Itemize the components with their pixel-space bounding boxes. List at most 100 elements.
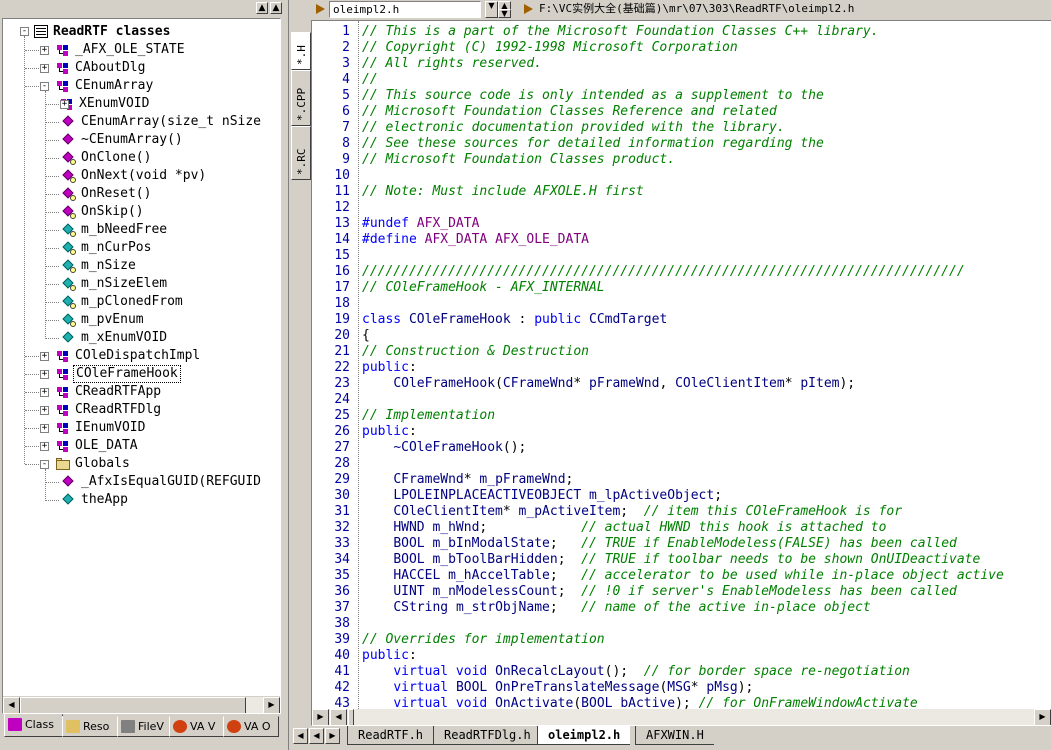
file-tab[interactable]: ReadRTF.h [347, 726, 434, 745]
va-view-tab[interactable]: VA V [169, 716, 224, 737]
tree-item[interactable]: IEnumVOID [55, 419, 147, 437]
class-tree-view[interactable]: ReadRTF classes - _AFX_OLE_STATE + CAboutDlg… [2, 18, 281, 714]
code-line[interactable]: CString m_strObjName; // name of the act… [362, 600, 870, 616]
class-tree[interactable]: ReadRTF classes - _AFX_OLE_STATE + CAboutDlg… [3, 19, 280, 695]
tree-item[interactable]: m_xEnumVOID [61, 329, 169, 347]
code-line[interactable]: CFrameWnd* m_pFrameWnd; [362, 472, 573, 488]
expand-toggle[interactable]: + [40, 352, 49, 361]
side-tab-h[interactable]: *.H [291, 32, 311, 70]
tree-item[interactable]: XEnumVOID [59, 95, 151, 113]
code-line[interactable]: ~COleFrameHook(); [362, 440, 526, 456]
tree-root-collapse-toggle[interactable]: - [20, 27, 29, 36]
prev-tab-button[interactable]: ◀ [309, 728, 324, 744]
combo-dropdown-button[interactable]: ▼ [485, 1, 498, 18]
dock-close-button[interactable]: ▲ [270, 2, 282, 14]
expand-toggle[interactable]: + [60, 100, 69, 109]
tree-item[interactable]: CReadRTFDlg [55, 401, 163, 419]
code-line[interactable]: // Overrides for implementation [362, 632, 605, 648]
code-line[interactable]: class COleFrameHook : public CCmdTarget [362, 312, 667, 328]
editor-scroll-left-button[interactable]: ◀ [330, 709, 347, 725]
code-line[interactable]: ////////////////////////////////////////… [362, 264, 965, 280]
go-to-file-icon[interactable] [313, 2, 327, 16]
code-line[interactable]: virtual void OnActivate(BOOL bActive); /… [362, 696, 917, 709]
tree-root[interactable]: ReadRTF classes [33, 23, 172, 41]
next-tab-button[interactable]: ▶ [325, 728, 340, 744]
tree-item[interactable]: OnClone() [61, 149, 153, 167]
first-tab-button[interactable]: ◀ [293, 728, 308, 744]
tree-item[interactable]: m_nSizeElem [61, 275, 169, 293]
scroll-thumb[interactable] [20, 697, 246, 713]
code-line[interactable]: // Copyright (C) 1992-1998 Microsoft Cor… [362, 40, 738, 56]
tree-item[interactable]: COleDispatchImpl [55, 347, 202, 365]
editor-horizontal-scrollbar[interactable]: ▶ ◀ ▶ [312, 709, 1051, 725]
expand-toggle[interactable]: + [40, 370, 49, 379]
code-line[interactable]: virtual void OnRecalcLayout(); // for bo… [362, 664, 910, 680]
collapse-toggle[interactable]: - [40, 82, 49, 91]
code-line[interactable]: // Implementation [362, 408, 495, 424]
code-line[interactable]: // Microsoft Foundation Classes Referenc… [362, 104, 777, 120]
expand-toggle[interactable]: + [40, 64, 49, 73]
code-line[interactable]: // COleFrameHook - AFX_INTERNAL [362, 280, 605, 296]
tree-item[interactable]: m_bNeedFree [61, 221, 169, 239]
code-line[interactable]: BOOL m_bToolBarHidden; // TRUE if toolba… [362, 552, 980, 568]
scroll-right-button[interactable]: ▶ [263, 697, 280, 713]
code-line[interactable]: { [362, 328, 370, 344]
file-tab[interactable]: oleimpl2.h [537, 726, 631, 745]
tree-item[interactable]: ~CEnumArray() [61, 131, 185, 149]
tree-item[interactable]: CAboutDlg [55, 59, 147, 77]
file-combo-box[interactable]: oleimpl2.h [329, 1, 481, 18]
file-view-tab[interactable]: FileV [117, 716, 170, 737]
code-line[interactable]: // This source code is only intended as … [362, 88, 824, 104]
code-line[interactable]: HWND m_hWnd; // actual HWND this hook is… [362, 520, 886, 536]
tree-item[interactable]: CReadRTFApp [55, 383, 163, 401]
tree-item[interactable]: OLE_DATA [55, 437, 140, 455]
expand-toggle[interactable]: + [40, 442, 49, 451]
expand-toggle[interactable]: + [40, 46, 49, 55]
va-outline-tab[interactable]: VA O [223, 716, 279, 737]
expand-toggle[interactable]: + [40, 406, 49, 415]
code-line[interactable]: // All rights reserved. [362, 56, 542, 72]
tree-item[interactable]: _AFX_OLE_STATE [55, 41, 187, 59]
expand-toggle[interactable]: + [40, 388, 49, 397]
splitter-handle[interactable] [348, 709, 354, 725]
tree-item[interactable]: _AfxIsEqualGUID(REFGUID [61, 473, 263, 491]
code-line[interactable]: #define AFX_DATA AFX_OLE_DATA [362, 232, 589, 248]
code-line[interactable]: BOOL m_bInModalState; // TRUE if EnableM… [362, 536, 957, 552]
code-line[interactable]: virtual BOOL OnPreTranslateMessage(MSG* … [362, 680, 753, 696]
tree-item[interactable]: m_nCurPos [61, 239, 153, 257]
code-line[interactable]: LPOLEINPLACEACTIVEOBJECT m_lpActiveObjec… [362, 488, 722, 504]
code-line[interactable]: UINT m_nModelessCount; // !0 if server's… [362, 584, 957, 600]
code-line[interactable]: // Note: Must include AFXOLE.H first [362, 184, 644, 200]
code-line[interactable]: // This is a part of the Microsoft Found… [362, 24, 879, 40]
side-tab-cpp[interactable]: *.CPP [291, 70, 311, 126]
expand-toggle[interactable]: + [40, 424, 49, 433]
scroll-left-button[interactable]: ◀ [3, 697, 20, 713]
code-line[interactable]: public: [362, 360, 417, 376]
tree-item[interactable]: m_pvEnum [61, 311, 146, 329]
tree-item[interactable]: theApp [61, 491, 130, 509]
code-editor[interactable]: 1 2 3 4 5 6 7 8 9 10 11 12 13 14 15 16 17 18 19 20 21 22 23 24 2… [311, 20, 1051, 726]
code-text-area[interactable]: // This is a part of the Microsoft Found… [362, 21, 1051, 709]
tree-item[interactable]: m_nSize [61, 257, 138, 275]
code-line[interactable]: public: [362, 648, 417, 664]
combo-down-button[interactable]: ▼ [498, 9, 511, 18]
code-line[interactable]: HACCEL m_hAccelTable; // accelerator to … [362, 568, 1004, 584]
tree-item[interactable]: OnSkip() [61, 203, 146, 221]
editor-scroll-right-button[interactable]: ▶ [1034, 709, 1051, 725]
code-line[interactable]: COleFrameHook(CFrameWnd* pFrameWnd, COle… [362, 376, 855, 392]
code-line[interactable]: #undef AFX_DATA [362, 216, 479, 232]
class-tree-horizontal-scrollbar[interactable]: ◀ ▶ [3, 696, 280, 713]
code-line[interactable]: COleClientItem* m_pActiveItem; // item t… [362, 504, 902, 520]
collapse-toggle[interactable]: - [40, 460, 49, 469]
dock-up-arrow-button[interactable]: ▲ [256, 2, 268, 14]
code-line[interactable]: public: [362, 424, 417, 440]
tree-item[interactable]: m_pClonedFrom [61, 293, 185, 311]
code-line[interactable]: // Construction & Destruction [362, 344, 589, 360]
tree-item[interactable]: OnReset() [61, 185, 153, 203]
open-path-icon[interactable] [521, 2, 535, 16]
code-line[interactable]: // Microsoft Foundation Classes product. [362, 152, 675, 168]
tree-item[interactable]: CEnumArray [55, 77, 155, 95]
tree-item[interactable]: OnNext(void *pv) [61, 167, 208, 185]
file-tab[interactable]: ReadRTFDlg.h [433, 726, 541, 745]
editor-split-button[interactable]: ▶ [312, 709, 329, 725]
